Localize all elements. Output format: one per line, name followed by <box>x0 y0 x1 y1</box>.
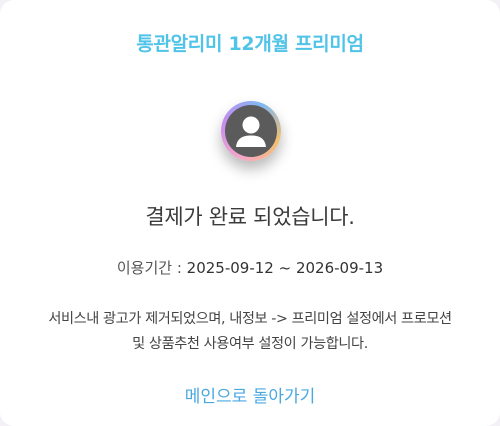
user-silhouette-icon <box>225 105 277 157</box>
description-line: 서비스내 광고가 제거되었으며, 내정보 -> 프리미엄 설정에서 프로모션 <box>48 311 452 327</box>
usage-period: 이용기간 : 2025-09-12 ~ 2026-09-13 <box>0 257 500 278</box>
usage-period-label: 이용기간 : <box>116 259 187 277</box>
completion-message: 결제가 완료 되었습니다. <box>145 205 355 229</box>
avatar <box>221 101 281 161</box>
usage-period-value: 2025-09-12 ~ 2026-09-13 <box>186 259 384 277</box>
page-title: 통관알리미 12개월 프리미엄 <box>136 33 364 55</box>
description: 서비스내 광고가 제거되었으며, 내정보 -> 프리미엄 설정에서 프로모션 및… <box>10 307 490 357</box>
back-to-main-link[interactable]: 메인으로 돌아가기 <box>0 382 500 407</box>
description-line: 및 상품추천 사용여부 설정이 가능합니다. <box>132 336 368 352</box>
payment-complete-card: 통관알리미 12개월 프리미엄 결제가 완료 되었습니다. 이용기간 : 202… <box>0 0 500 426</box>
